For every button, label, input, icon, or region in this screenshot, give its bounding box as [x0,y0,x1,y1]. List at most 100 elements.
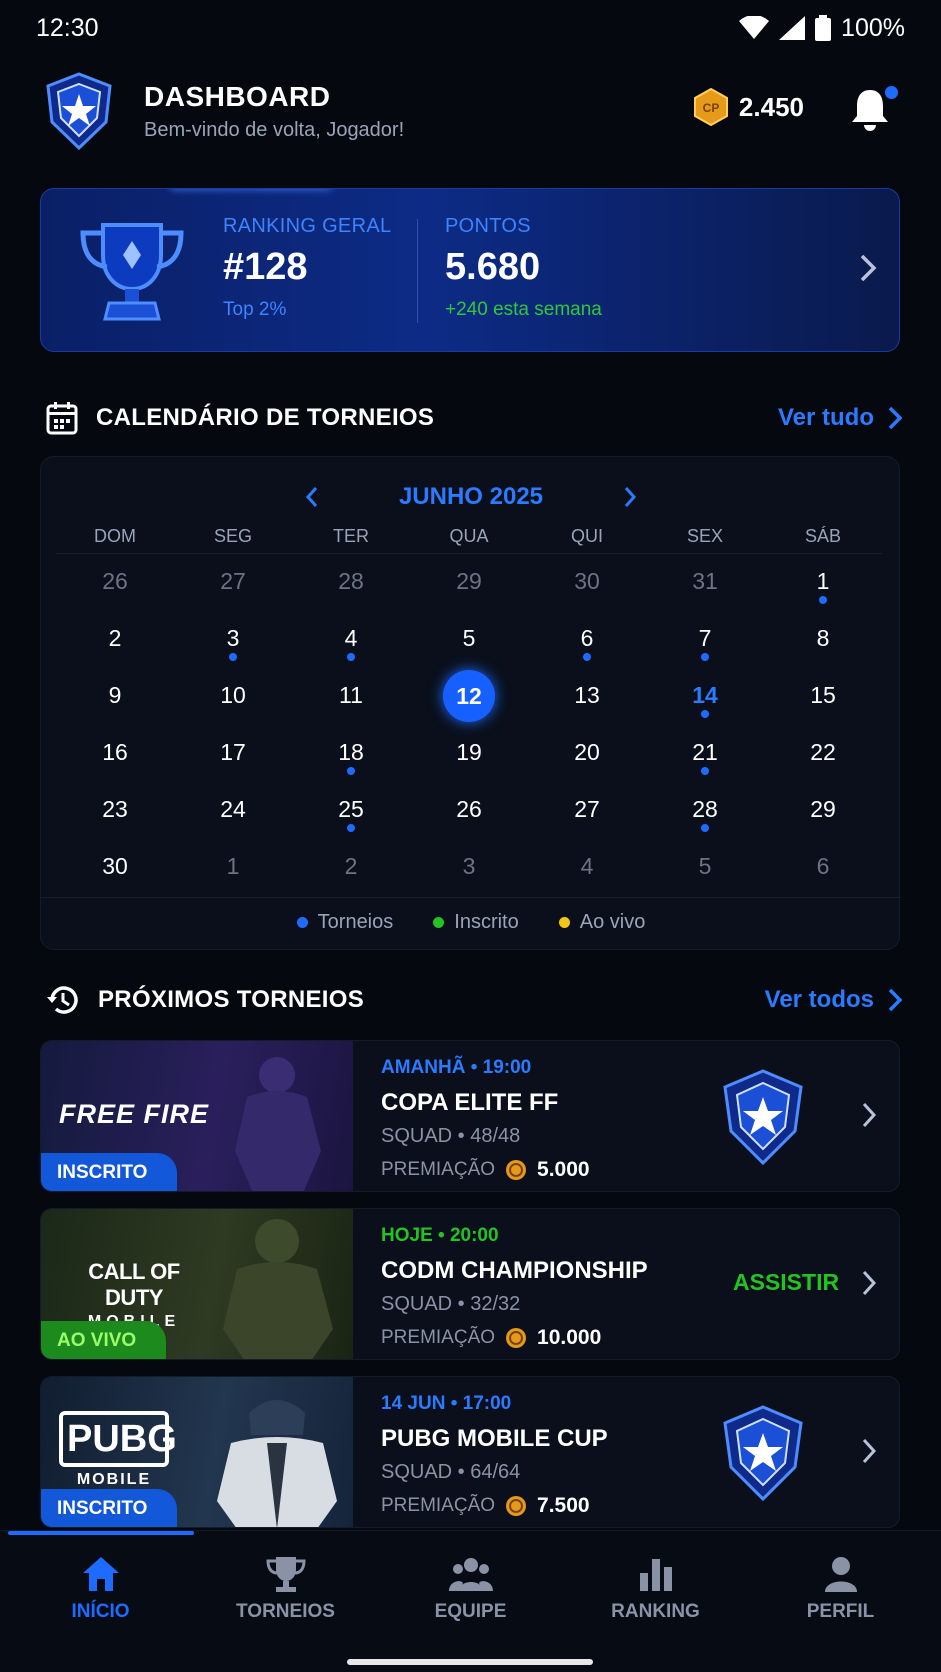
status-bar: 12:30 100% [0,0,941,56]
tournament-date: AMANHÃ • 19:00 [381,1057,532,1078]
coin-amount: 2.450 [738,91,804,122]
calendar-day[interactable]: 20 [528,725,646,782]
calendar-day[interactable]: 10 [174,668,292,725]
calendar-day[interactable]: 6 [528,611,646,668]
weekday-label: SEX [686,526,724,546]
calendar-day[interactable]: 28 [646,782,764,839]
calendar-day[interactable]: 9 [56,668,174,725]
calendar-day[interactable]: 19 [410,725,528,782]
app-logo-icon[interactable] [38,70,120,152]
team-emblem-icon [723,1069,803,1166]
wifi-icon [739,16,770,39]
calendar-day[interactable]: 31 [646,554,764,611]
watch-button[interactable]: ASSISTIR [733,1269,839,1296]
calendar-day[interactable]: 27 [174,554,292,611]
nav-item-team[interactable]: EQUIPE [378,1555,563,1623]
calendar-day[interactable]: 22 [764,725,882,782]
next-month-icon[interactable] [623,486,637,508]
see-all-calendar-link[interactable]: Ver tudo [778,404,902,432]
trophy-icon [80,223,184,321]
rank-label: RANKING GERAL [223,215,392,237]
tournament-card[interactable]: PUBG MOBILE INSCRITO 14 JUN • 17:00 PUBG… [40,1376,900,1528]
weekday-row: DOM SEG TER QUA QUI SEX SÁB [56,519,882,553]
calendar-week-row: 30 1 2 3 4 5 6 [56,839,882,896]
calendar-day[interactable]: 1 [174,839,292,896]
calendar-day[interactable]: 8 [764,611,882,668]
tournament-name: PUBG MOBILE CUP [381,1425,608,1452]
tournament-prize: PREMIAÇÃO 5.000 [381,1158,590,1181]
upcoming-section-header: PRÓXIMOS TORNEIOS Ver todos [46,980,902,1020]
calendar-day[interactable]: 25 [292,782,410,839]
calendar-day[interactable]: 26 [56,554,174,611]
legend-item: Inscrito [433,911,519,934]
tournament-day-dot [701,710,709,718]
calendar-day[interactable]: 16 [56,725,174,782]
calendar-day[interactable]: 28 [292,554,410,611]
prev-month-icon[interactable] [305,486,319,508]
team-icon [448,1558,493,1591]
calendar-day[interactable]: 13 [528,668,646,725]
tournament-calendar: JUNHO 2025 DOM SEG TER QUA QUI SEX SÁB 2… [40,456,901,950]
tournament-day-dot [819,596,827,604]
tournament-card[interactable]: FREE FIRE INSCRITO AMANHÃ • 19:00 COPA E… [40,1040,900,1192]
game-banner: PUBG MOBILE INSCRITO [41,1377,353,1527]
coin-balance[interactable]: CP 2.450 [693,88,804,126]
calendar-day[interactable]: 5 [646,839,764,896]
nav-item-profile[interactable]: PERFIL [748,1555,933,1623]
calendar-day[interactable]: 29 [410,554,528,611]
calendar-day[interactable]: 4 [292,611,410,668]
registered-badge: INSCRITO [41,1489,178,1527]
nav-item-tournaments[interactable]: TORNEIOS [193,1555,378,1623]
tournament-card[interactable]: CALL OF DUTY MOBILE AO VIVO HOJE • 20:00… [40,1208,900,1360]
calendar-day[interactable]: 17 [174,725,292,782]
app-header: DASHBOARD Bem-vindo de volta, Jogador! C… [38,66,904,156]
free-fire-logo: FREE FIRE [59,1099,210,1129]
calendar-day[interactable]: 1 [764,554,882,611]
calendar-day[interactable]: 30 [528,554,646,611]
weekday-label: QUI [570,526,603,546]
profile-icon [824,1557,857,1592]
tournament-name: COPA ELITE FF [381,1089,559,1116]
legend-dot [433,917,445,928]
active-tab-indicator [8,1531,194,1535]
calendar-day[interactable]: 3 [174,611,292,668]
calendar-day[interactable]: 30 [56,839,174,896]
see-all-tournaments-link[interactable]: Ver todos [765,986,902,1014]
calendar-day[interactable]: 14 [646,668,764,725]
calendar-day-today[interactable]: 12 [410,668,528,725]
calendar-day[interactable]: 24 [174,782,292,839]
tournament-date: 14 JUN • 17:00 [381,1393,512,1414]
calendar-week-row: 2345678 [56,611,882,668]
calendar-section-header: CALENDÁRIO DE TORNEIOS Ver tudo [46,398,902,438]
calendar-day[interactable]: 11 [292,668,410,725]
calendar-day[interactable]: 21 [646,725,764,782]
game-banner: FREE FIRE INSCRITO [41,1041,353,1191]
calendar-day[interactable]: 7 [646,611,764,668]
calendar-day[interactable]: 27 [528,782,646,839]
calendar-day[interactable]: 18 [292,725,410,782]
ranking-card[interactable]: RANKING GERAL #128 Top 2% PONTOS 5.680 +… [40,188,900,352]
calendar-day[interactable]: 3 [410,839,528,896]
calendar-day[interactable]: 6 [764,839,882,896]
calendar-day[interactable]: 29 [764,782,882,839]
calendar-day[interactable]: 2 [292,839,410,896]
calendar-day[interactable]: 26 [410,782,528,839]
calendar-day[interactable]: 23 [56,782,174,839]
tournament-name: CODM CHAMPIONSHIP [381,1257,648,1284]
calendar-day[interactable]: 2 [56,611,174,668]
signal-icon [779,16,806,40]
trophy-icon [265,1557,306,1592]
game-banner: CALL OF DUTY MOBILE AO VIVO [41,1209,353,1359]
nav-item-home[interactable]: INÍCIO [8,1555,193,1623]
rank-value: #128 [223,246,308,288]
nav-item-ranking[interactable]: RANKING [563,1555,748,1623]
home-icon [82,1557,119,1591]
tournament-slots: SQUAD • 64/64 [381,1461,521,1483]
home-indicator[interactable] [347,1659,593,1665]
calendar-day[interactable]: 4 [528,839,646,896]
status-icons: 100% [739,14,905,43]
calendar-day[interactable]: 5 [410,611,528,668]
tournament-day-dot [701,824,709,832]
legend-item: Torneios [296,911,393,934]
calendar-day[interactable]: 15 [764,668,882,725]
